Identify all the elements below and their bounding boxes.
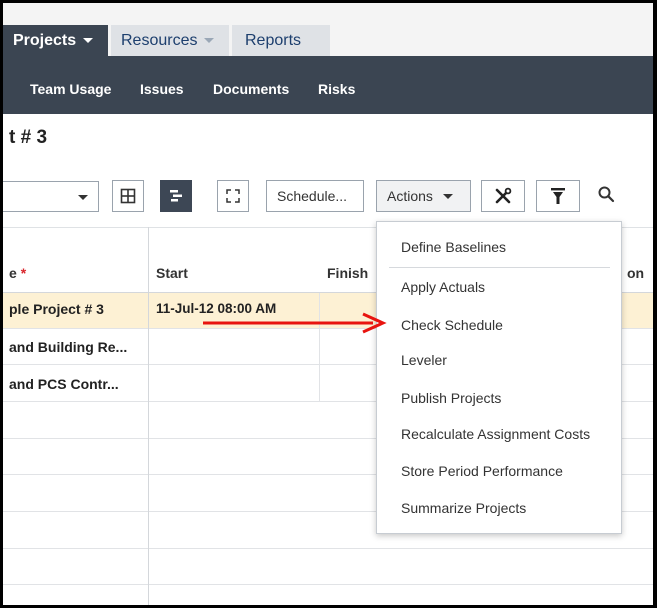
search-icon[interactable] [597,185,615,203]
subnav-issues[interactable]: Issues [140,81,184,97]
subnav-risks[interactable]: Risks [318,81,355,97]
actions-button[interactable]: Actions [376,180,471,212]
tab-resources[interactable]: Resources [111,25,229,56]
tab-projects[interactable]: Projects [3,25,108,56]
tools-button[interactable] [481,180,525,212]
tab-projects-label: Projects [13,31,77,49]
menu-item-leveler[interactable]: Leveler [401,352,447,368]
chevron-down-icon [78,195,88,200]
menu-item-define-baselines[interactable]: Define Baselines [401,239,506,255]
menu-separator [389,267,610,268]
menu-item-check-schedule[interactable]: Check Schedule [401,317,503,333]
menu-item-publish-projects[interactable]: Publish Projects [401,390,501,406]
column-header-partial[interactable]: on [627,265,644,281]
sub-navigation: Team Usage Issues Documents Risks [3,56,653,114]
table-view-button[interactable] [112,180,144,212]
chevron-down-icon [204,38,215,43]
schedule-button[interactable]: Schedule... [266,180,364,212]
pane-splitter[interactable] [148,227,149,605]
tab-reports-label: Reports [245,31,302,49]
filter-button[interactable] [536,180,580,212]
tools-icon [495,187,512,204]
menu-item-store-period-performance[interactable]: Store Period Performance [401,463,563,479]
column-header-start[interactable]: Start [156,265,188,281]
column-header-finish[interactable]: Finish [327,265,368,281]
gantt-view-button[interactable] [160,180,192,212]
subnav-team-usage[interactable]: Team Usage [30,81,111,97]
subnav-documents[interactable]: Documents [213,81,289,97]
row-name[interactable]: ple Project # 3 [9,301,104,317]
actions-dropdown-menu: Define Baselines Apply Actuals Check Sch… [376,221,622,534]
menu-item-apply-actuals[interactable]: Apply Actuals [401,279,485,295]
row-name[interactable]: and Building Re... [9,339,127,355]
schedule-button-label: Schedule... [277,188,348,204]
view-select[interactable] [3,181,99,212]
menu-item-recalculate-assignment-costs[interactable]: Recalculate Assignment Costs [401,426,590,442]
actions-button-label: Actions [387,188,433,204]
column-header-name-label: e [9,265,17,281]
menu-item-summarize-projects[interactable]: Summarize Projects [401,500,526,516]
tab-resources-label: Resources [121,31,198,49]
top-tab-bar: Projects Resources Reports [3,3,653,56]
row-name[interactable]: and PCS Contr... [9,376,119,392]
expand-icon [226,189,240,203]
app-frame: Projects Resources Reports Team Usage Is… [0,0,657,608]
required-marker: * [20,265,27,281]
tab-reports[interactable]: Reports [232,25,330,56]
filter-icon [551,188,565,204]
row-divider [3,548,653,549]
fullscreen-button[interactable] [217,180,249,212]
gantt-icon [170,190,182,202]
column-header-name[interactable]: e * [9,265,26,281]
chevron-down-icon [442,193,453,199]
chevron-down-icon [83,38,94,43]
page-title: t # 3 [9,127,48,148]
row-start: 11-Jul-12 08:00 AM [156,301,277,316]
column-divider [319,293,320,401]
row-divider [3,584,653,585]
grid-icon [120,188,136,204]
